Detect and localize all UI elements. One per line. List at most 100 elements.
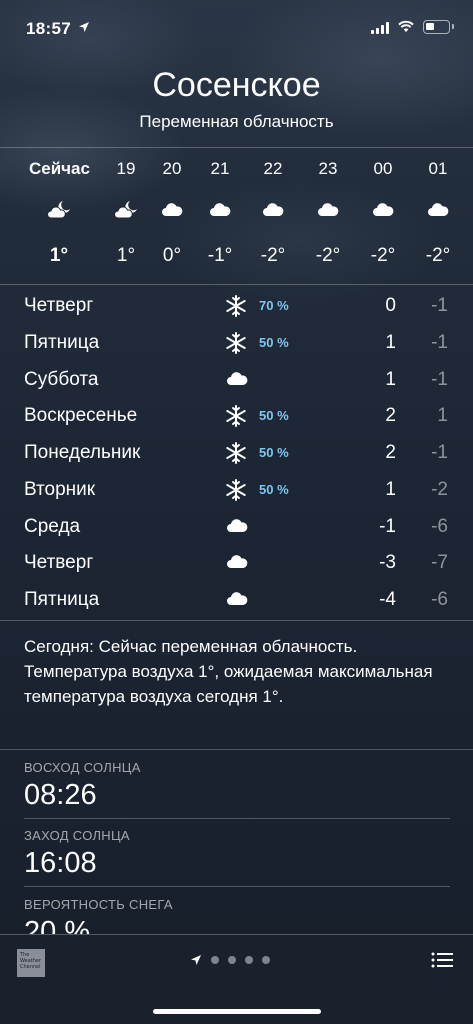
day-name: Четверг [24, 295, 94, 316]
today-summary: Сегодня: Сейчас переменная облачность. Т… [24, 637, 433, 706]
page-indicator[interactable] [190, 954, 270, 966]
home-indicator[interactable] [153, 1009, 321, 1014]
cloud-icon [225, 516, 249, 538]
detail-label: ЗАХОД СОЛНЦА [24, 828, 130, 843]
day-row: Пятница -4 -6 [0, 582, 473, 618]
detail-sunset: ЗАХОД СОЛНЦА 16:08 [24, 828, 450, 880]
hour-label: 00 [373, 159, 393, 178]
day-name: Понедельник [24, 442, 141, 463]
detail-label: ВЕРОЯТНОСТЬ СНЕГА [24, 897, 173, 912]
day-row: Воскресенье 50 % 2 1 [0, 398, 473, 434]
page-dot[interactable] [262, 956, 270, 964]
cloud-icon [225, 369, 249, 391]
high-temp: 2 [385, 405, 396, 427]
divider [24, 886, 450, 887]
day-row: Четверг 70 % 0 -1 [0, 288, 473, 324]
cloud-icon [225, 589, 249, 611]
precip-chance: 50 % [259, 334, 289, 350]
detail-label: ВОСХОД СОЛНЦА [24, 760, 141, 775]
current-condition: Переменная облачность [139, 112, 334, 131]
partly-cloudy-night-icon [47, 200, 71, 220]
hour-label: 22 [263, 159, 283, 178]
divider [0, 620, 473, 621]
wifi-icon [398, 20, 414, 32]
day-row: Пятница 50 % 1 -1 [0, 325, 473, 361]
snowflake-icon [225, 442, 249, 464]
cloud-icon [208, 200, 232, 220]
low-temp: -7 [431, 552, 448, 574]
cloud-icon [316, 200, 340, 220]
hour-temp: -1° [207, 245, 233, 266]
cloud-icon [261, 200, 285, 220]
hour-label: Сейчас [29, 159, 90, 178]
location-arrow-icon [79, 22, 89, 32]
high-temp: -4 [379, 589, 396, 610]
hour-temp: 1° [49, 245, 69, 266]
snowflake-icon [225, 295, 249, 317]
location-arrow-icon [191, 955, 201, 965]
low-temp: -2 [431, 478, 448, 500]
signal-icon [371, 22, 389, 34]
cloud-icon [371, 200, 395, 220]
day-row: Понедельник 50 % 2 -1 [0, 435, 473, 471]
detail-value: 16:08 [24, 847, 97, 879]
status-time: 18:57 [26, 19, 71, 38]
day-name: Среда [24, 515, 81, 537]
hour-label: 01 [428, 159, 448, 178]
hour-temp: -2° [315, 245, 341, 266]
hour-temp: -2° [370, 245, 396, 266]
low-temp: -1 [431, 331, 448, 353]
high-temp: 0 [385, 295, 396, 316]
low-temp: -1 [431, 295, 448, 316]
low-temp: -6 [431, 515, 448, 537]
snowflake-icon [225, 478, 249, 501]
day-name: Суббота [24, 368, 99, 390]
hour-temp: -2° [260, 245, 286, 266]
day-name: Воскресенье [24, 405, 138, 427]
hour-label: 23 [318, 159, 338, 178]
high-temp: 1 [385, 331, 396, 353]
cloud-icon [225, 552, 249, 574]
detail-sunrise: ВОСХОД СОЛНЦА 08:26 [24, 760, 450, 812]
partly-cloudy-night-icon [114, 200, 138, 220]
snowflake-icon [225, 405, 249, 428]
status-bar: 18:57 [0, 0, 473, 56]
cloud-icon [426, 200, 450, 220]
high-temp: 2 [385, 442, 396, 463]
hour-temp: -2° [425, 245, 451, 266]
day-name: Пятница [24, 589, 100, 610]
page-dot[interactable] [211, 956, 219, 964]
precip-chance: 50 % [259, 408, 289, 424]
low-temp: -1 [431, 442, 448, 463]
low-temp: -6 [431, 589, 448, 610]
city-name: Сосенское [152, 66, 321, 104]
precip-chance: 70 % [259, 298, 289, 313]
day-row: Суббота 1 -1 [0, 362, 473, 398]
day-name: Четверг [24, 552, 94, 574]
precip-chance: 50 % [259, 445, 289, 460]
hour-label: 21 [210, 159, 230, 178]
day-row: Вторник 50 % 1 -2 [0, 472, 473, 508]
precip-chance: 50 % [259, 481, 289, 497]
divider [0, 749, 473, 750]
weather-channel-logo-icon[interactable]: The Weather Channel [17, 949, 45, 977]
high-temp: 1 [385, 478, 396, 500]
logo-text: The Weather Channel [20, 952, 42, 970]
high-temp: 1 [385, 368, 396, 390]
list-icon[interactable] [431, 951, 453, 969]
page-dot[interactable] [228, 956, 236, 964]
detail-value: 08:26 [24, 779, 97, 811]
day-row: Четверг -3 -7 [0, 545, 473, 581]
day-row: Среда -1 -6 [0, 509, 473, 545]
cloud-icon [160, 200, 184, 220]
low-temp: 1 [437, 405, 448, 427]
divider [24, 818, 450, 819]
hourly-forecast[interactable]: Сейчас 1° 19 1° 20 0° 21 -1° 22 -2° 23 -2° 00 -2° 01 -2… [0, 148, 473, 283]
high-temp: -1 [379, 515, 396, 537]
snowflake-icon [225, 331, 249, 354]
page-dot[interactable] [245, 956, 253, 964]
low-temp: -1 [431, 368, 448, 390]
bottom-toolbar: The Weather Channel [0, 934, 473, 1024]
day-name: Пятница [24, 331, 100, 353]
day-name: Вторник [24, 478, 96, 500]
